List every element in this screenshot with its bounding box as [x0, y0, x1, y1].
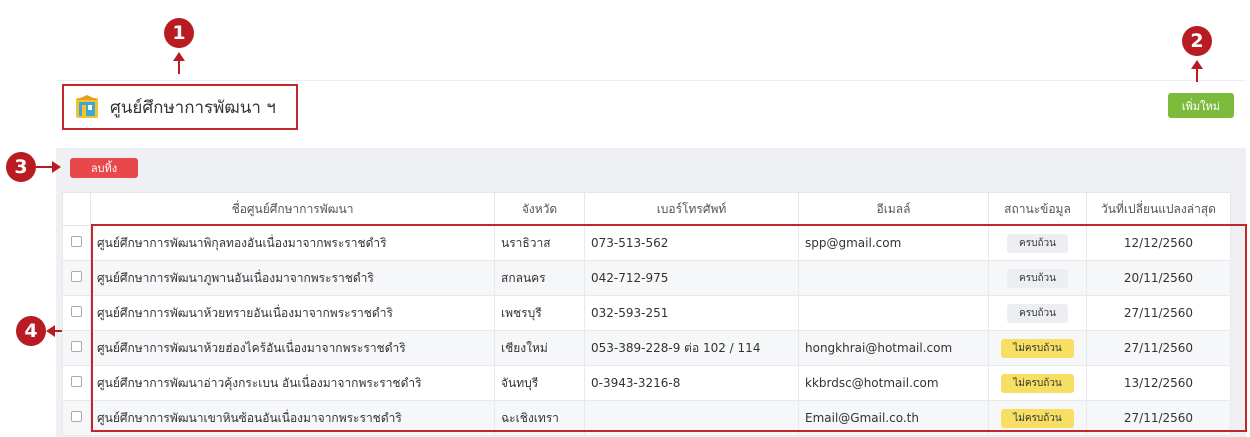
province: ฉะเชิงเทรา — [494, 400, 585, 436]
row-checkbox-cell — [62, 330, 91, 366]
province: สกลนคร — [494, 260, 585, 296]
province: เชียงใหม่ — [494, 330, 585, 366]
status-badge: ไม่ครบถ้วน — [1001, 408, 1074, 428]
table-row[interactable]: ศูนย์ศึกษาการพัฒนาห้วยทรายอันเนื่องมาจาก… — [62, 295, 1231, 331]
status-badge: ครบถ้วน — [1007, 303, 1068, 323]
page-title: ศูนย์ศึกษาการพัฒนา ฯ — [110, 97, 276, 118]
status-cell: ไม่ครบถ้วน — [988, 365, 1087, 401]
phone: 032-593-251 — [584, 295, 799, 331]
arrow-up-icon — [1191, 60, 1203, 69]
header-status[interactable]: สถานะข้อมูล — [988, 192, 1087, 226]
province: เพชรบุรี — [494, 295, 585, 331]
center-name[interactable]: ศูนย์ศึกษาการพัฒนาภูพานอันเนื่องมาจากพระ… — [90, 260, 495, 296]
add-new-button[interactable]: เพิ่มใหม่ — [1168, 93, 1234, 118]
status-badge: ครบถ้วน — [1007, 268, 1068, 288]
updated-date: 13/12/2560 — [1086, 365, 1231, 401]
annotation-arrow-1 — [178, 60, 180, 74]
table-header-row: ชื่อศูนย์ศึกษาการพัฒนา จังหวัด เบอร์โทรศ… — [62, 192, 1231, 226]
updated-date: 27/11/2560 — [1086, 295, 1231, 331]
annotation-marker-4: 4 — [16, 316, 46, 346]
header-select — [62, 192, 91, 226]
header-name[interactable]: ชื่อศูนย์ศึกษาการพัฒนา — [90, 192, 495, 226]
table-row[interactable]: ศูนย์ศึกษาการพัฒนาภูพานอันเนื่องมาจากพระ… — [62, 260, 1231, 296]
center-name[interactable]: ศูนย์ศึกษาการพัฒนาห้วยฮ่องไคร้อันเนื่องม… — [90, 330, 495, 366]
table-row[interactable]: ศูนย์ศึกษาการพัฒนาห้วยฮ่องไคร้อันเนื่องม… — [62, 330, 1231, 366]
row-checkbox-cell — [62, 365, 91, 401]
building-icon — [74, 94, 100, 120]
email: kkbrdsc@hotmail.com — [798, 365, 989, 401]
center-name[interactable]: ศูนย์ศึกษาการพัฒนาห้วยทรายอันเนื่องมาจาก… — [90, 295, 495, 331]
arrow-left-icon — [46, 325, 55, 337]
phone: 053-389-228-9 ต่อ 102 / 114 — [584, 330, 799, 366]
header-email[interactable]: อีเมลล์ — [798, 192, 989, 226]
center-name[interactable]: ศูนย์ศึกษาการพัฒนาพิกุลทองอันเนื่องมาจาก… — [90, 225, 495, 261]
updated-date: 27/11/2560 — [1086, 330, 1231, 366]
centers-table: ชื่อศูนย์ศึกษาการพัฒนา จังหวัด เบอร์โทรศ… — [62, 192, 1231, 436]
status-cell: ครบถ้วน — [988, 295, 1087, 331]
row-checkbox[interactable] — [71, 341, 82, 352]
annotation-marker-3: 3 — [6, 152, 36, 182]
row-checkbox[interactable] — [71, 271, 82, 282]
phone: 0-3943-3216-8 — [584, 365, 799, 401]
updated-date: 12/12/2560 — [1086, 225, 1231, 261]
row-checkbox-cell — [62, 260, 91, 296]
annotation-marker-2: 2 — [1182, 26, 1212, 56]
email — [798, 295, 989, 331]
phone: 042-712-975 — [584, 260, 799, 296]
delete-button[interactable]: ลบทิ้ง — [70, 158, 138, 178]
annotation-marker-1: 1 — [164, 18, 194, 48]
phone: 073-513-562 — [584, 225, 799, 261]
status-badge: ไม่ครบถ้วน — [1001, 338, 1074, 358]
header-province[interactable]: จังหวัด — [494, 192, 585, 226]
status-cell: ไม่ครบถ้วน — [988, 400, 1087, 436]
center-name[interactable]: ศูนย์ศึกษาการพัฒนาเขาหินซ้อนอันเนื่องมาจ… — [90, 400, 495, 436]
row-checkbox-cell — [62, 295, 91, 331]
center-name[interactable]: ศูนย์ศึกษาการพัฒนาอ่าวคุ้งกระเบน อันเนื่… — [90, 365, 495, 401]
email: spp@gmail.com — [798, 225, 989, 261]
row-checkbox[interactable] — [71, 306, 82, 317]
phone — [584, 400, 799, 436]
province: นราธิวาส — [494, 225, 585, 261]
status-badge: ไม่ครบถ้วน — [1001, 373, 1074, 393]
page-title-box: ศูนย์ศึกษาการพัฒนา ฯ — [62, 84, 298, 130]
email — [798, 260, 989, 296]
arrow-right-icon — [52, 161, 61, 173]
header-phone[interactable]: เบอร์โทรศัพท์ — [584, 192, 799, 226]
row-checkbox[interactable] — [71, 376, 82, 387]
row-checkbox-cell — [62, 225, 91, 261]
table-row[interactable]: ศูนย์ศึกษาการพัฒนาอ่าวคุ้งกระเบน อันเนื่… — [62, 365, 1231, 401]
row-checkbox[interactable] — [71, 411, 82, 422]
header-updated[interactable]: วันที่เปลี่ยนแปลงล่าสุด — [1086, 192, 1231, 226]
row-checkbox[interactable] — [71, 236, 82, 247]
table-row[interactable]: ศูนย์ศึกษาการพัฒนาพิกุลทองอันเนื่องมาจาก… — [62, 225, 1231, 261]
row-checkbox-cell — [62, 400, 91, 436]
email: Email@Gmail.co.th — [798, 400, 989, 436]
status-cell: ไม่ครบถ้วน — [988, 330, 1087, 366]
status-badge: ครบถ้วน — [1007, 233, 1068, 253]
table-row[interactable]: ศูนย์ศึกษาการพัฒนาเขาหินซ้อนอันเนื่องมาจ… — [62, 400, 1231, 436]
updated-date: 27/11/2560 — [1086, 400, 1231, 436]
arrow-up-icon — [173, 52, 185, 61]
email: hongkhrai@hotmail.com — [798, 330, 989, 366]
status-cell: ครบถ้วน — [988, 225, 1087, 261]
updated-date: 20/11/2560 — [1086, 260, 1231, 296]
status-cell: ครบถ้วน — [988, 260, 1087, 296]
province: จันทบุรี — [494, 365, 585, 401]
annotation-arrow-2 — [1196, 68, 1198, 82]
